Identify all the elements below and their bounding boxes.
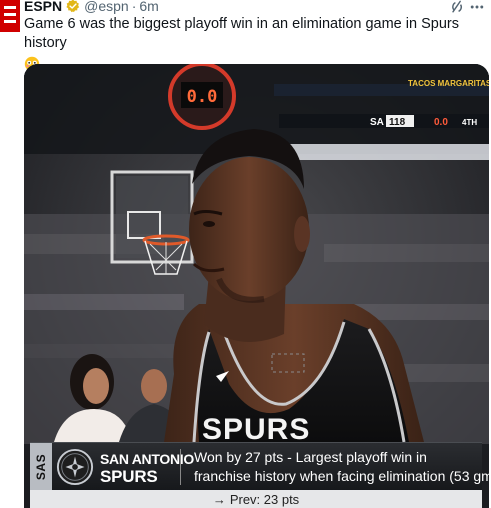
- espn-brand-bar: [0, 0, 20, 32]
- previous-record-bar: → Prev: 23 pts: [30, 490, 482, 508]
- more-options-icon[interactable]: [469, 0, 485, 14]
- stat-line-2: franchise history when facing eliminatio…: [194, 468, 489, 484]
- post-time[interactable]: 6m: [139, 0, 158, 14]
- scoreboard-time: 0.0: [434, 117, 448, 128]
- stat-line-1: Won by 27 pts - Largest playoff win in: [194, 449, 427, 465]
- arrow-right-icon: →: [212, 491, 226, 507]
- separator-dot: ·: [131, 0, 137, 14]
- scoreboard-period: 4TH: [462, 118, 477, 127]
- post-media-video[interactable]: 0.0 TACOS MARGARITAS SA 118 0.0 4TH SPUR…: [24, 64, 489, 508]
- team-abbr-text: SAS: [34, 453, 48, 481]
- author-name[interactable]: ESPN: [24, 0, 62, 14]
- spurs-logo-icon: [56, 448, 94, 486]
- shot-clock-value: 0.0: [187, 87, 218, 107]
- post-header: ESPN @espn · 6m: [24, 0, 159, 14]
- author-handle[interactable]: @espn: [84, 0, 129, 14]
- post-text-body: Game 6 was the biggest playoff win in an…: [24, 16, 459, 51]
- previous-record-label: Prev: 23 pts: [229, 491, 300, 507]
- team-name: SPURS: [100, 467, 158, 486]
- verified-badge-icon: [66, 0, 80, 13]
- scoreboard-score: 118: [389, 117, 406, 128]
- sponsor-text: TACOS MARGARITAS: [408, 79, 489, 88]
- grok-icon[interactable]: [449, 0, 465, 15]
- graphic-divider: [180, 449, 181, 485]
- lower-third-graphic: SAS SAN ANTONIO SPURS Won by 27 pts - La…: [30, 442, 489, 491]
- team-abbr-tag: SAS: [30, 443, 52, 491]
- scoreboard-team: SA: [370, 117, 384, 128]
